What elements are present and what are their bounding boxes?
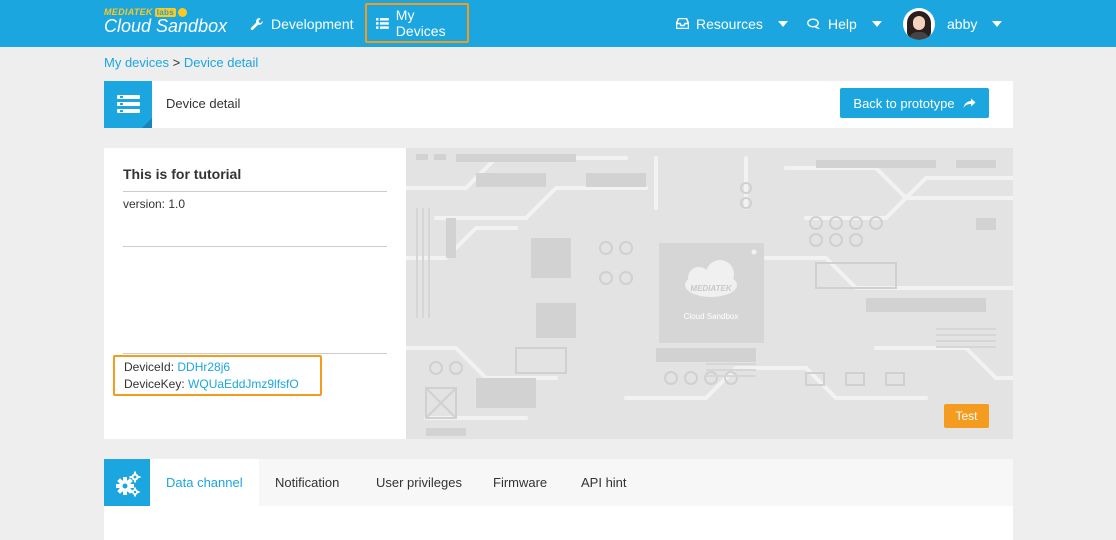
chip-brand-label: MEDIATEK [690, 284, 732, 293]
tab-user-privileges[interactable]: User privileges [376, 459, 462, 506]
nav-user-name: abby [947, 15, 978, 32]
nav-help-dropdown[interactable]: Help [807, 0, 882, 47]
tab-api-hint[interactable]: API hint [581, 459, 627, 506]
nav-my-devices-label: My Devices [395, 7, 446, 39]
chevron-down-icon [777, 20, 788, 27]
tab-notification-label: Notification [275, 475, 340, 490]
page-title: Device detail [166, 96, 241, 111]
chevron-down-icon [992, 20, 1003, 27]
wrench-icon [250, 17, 263, 30]
tab-notification[interactable]: Notification [275, 459, 339, 506]
device-key-label: DeviceKey: [124, 377, 189, 391]
brand-logo[interactable]: MEDIATEK labs Cloud Sandbox [104, 7, 227, 37]
tab-firmware-label: Firmware [493, 475, 548, 490]
device-list-icon [104, 81, 152, 128]
tab-user-privileges-label: User privileges [376, 475, 462, 490]
tab-content-area [104, 506, 1013, 540]
device-tabs: Data channel Notification User privilege… [104, 459, 1013, 506]
nav-resources-label: Resources [696, 15, 763, 32]
inbox-icon [676, 18, 689, 29]
nav-help-label: Help [828, 15, 857, 32]
nav-resources-dropdown[interactable]: Resources [676, 0, 788, 47]
divider [123, 191, 387, 192]
gears-icon [104, 459, 152, 506]
nav-user-dropdown[interactable]: abby [903, 0, 1003, 47]
nav-development[interactable]: Development [250, 0, 354, 47]
back-to-prototype-button[interactable]: Back to prototype [840, 88, 989, 118]
device-key-row: DeviceKey: WQUaEddJmz9lfsfO [124, 376, 320, 393]
device-id-row: DeviceId: DDHr28j6 [124, 359, 320, 376]
tab-firmware[interactable]: Firmware [493, 459, 547, 506]
avatar [903, 7, 935, 40]
breadcrumb: My devices > Device detail [104, 55, 258, 70]
chevron-down-icon [871, 20, 882, 27]
breadcrumb-device-detail[interactable]: Device detail [184, 55, 258, 70]
tab-data-channel[interactable]: Data channel [150, 459, 259, 506]
device-card: This is for tutorial version: 1.0 Device… [104, 148, 1013, 439]
nav-my-devices[interactable]: My Devices [365, 3, 469, 43]
device-name: This is for tutorial [123, 166, 242, 182]
device-version: version: 1.0 [123, 197, 186, 211]
tab-api-hint-label: API hint [581, 475, 627, 490]
device-credentials: DeviceId: DDHr28j6 DeviceKey: WQUaEddJmz… [113, 355, 322, 396]
device-id-label: DeviceId: [124, 360, 178, 374]
tab-data-channel-label: Data channel [166, 475, 243, 490]
brand-name: Cloud Sandbox [104, 16, 228, 36]
circuit-board-illustration [406, 148, 1013, 439]
breadcrumb-separator: > [169, 55, 184, 70]
device-detail-header: Device detail Back to prototype [104, 81, 1013, 128]
breadcrumb-my-devices[interactable]: My devices [104, 55, 169, 70]
chip-cloud-sandbox-label: Cloud Sandbox [683, 312, 739, 321]
chat-bubble-icon [807, 18, 820, 29]
back-to-prototype-label: Back to prototype [853, 95, 955, 111]
test-button[interactable]: Test [944, 404, 989, 428]
device-key-value[interactable]: WQUaEddJmz9lfsfO [188, 377, 299, 391]
divider [123, 246, 387, 247]
device-board-image: MEDIATEK Cloud Sandbox Test [406, 148, 1013, 439]
divider [123, 353, 387, 354]
share-arrow-icon [963, 98, 976, 108]
top-navbar: MEDIATEK labs Cloud Sandbox Development … [0, 0, 1116, 47]
nav-development-label: Development [271, 15, 354, 32]
list-icon [376, 17, 389, 29]
device-id-value[interactable]: DDHr28j6 [177, 360, 230, 374]
